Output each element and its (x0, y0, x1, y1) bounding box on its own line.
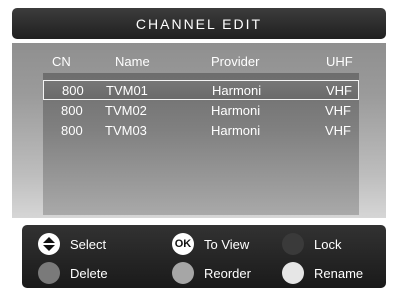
channel-row[interactable]: 800 TVM03 Harmoni VHF (43, 121, 359, 141)
channel-provider: Harmoni (211, 123, 261, 138)
ok-icon: OK (172, 233, 194, 255)
help-lock[interactable]: Lock (282, 233, 341, 255)
white-button-icon (282, 262, 304, 284)
up-down-arrow-glyph (43, 237, 55, 251)
light-gray-button-icon (172, 262, 194, 284)
channel-band: VHF (326, 83, 352, 98)
help-reorder-label: Reorder (204, 265, 251, 281)
help-rename[interactable]: Rename (282, 262, 363, 284)
help-lock-label: Lock (314, 236, 342, 252)
channel-number: 800 (61, 123, 83, 138)
help-select-label: Select (70, 236, 107, 252)
channel-list-panel: CN Name Provider UHF 800 TVM01 Harmoni V… (12, 43, 386, 218)
channel-number: 800 (61, 103, 83, 118)
help-delete[interactable]: Delete (38, 262, 108, 284)
help-select[interactable]: Select (38, 233, 106, 255)
channel-edit-screen: CHANNEL EDIT CN Name Provider UHF 800 TV… (0, 0, 403, 293)
column-header-name: Name (115, 54, 150, 69)
channel-row[interactable]: 800 TVM01 Harmoni VHF (43, 80, 359, 100)
channel-name: TVM01 (106, 83, 148, 98)
channel-band: VHF (325, 123, 351, 138)
channel-number: 800 (62, 83, 84, 98)
column-header-band: UHF (326, 54, 353, 69)
help-delete-label: Delete (70, 265, 108, 281)
help-to-view-label: To View (204, 236, 250, 252)
gray-button-icon (38, 262, 60, 284)
dark-gray-button-icon (282, 233, 304, 255)
channel-name: TVM02 (105, 103, 147, 118)
help-reorder[interactable]: Reorder (172, 262, 251, 284)
channel-name: TVM03 (105, 123, 147, 138)
help-bar: Select OK To View Lock Delete Reorder Re… (22, 225, 386, 288)
page-title: CHANNEL EDIT (135, 15, 263, 32)
channel-provider: Harmoni (211, 103, 261, 118)
help-to-view[interactable]: OK To View (172, 233, 249, 255)
column-header-provider: Provider (211, 54, 260, 69)
channel-row[interactable]: 800 TVM02 Harmoni VHF (43, 101, 359, 121)
help-rename-label: Rename (314, 265, 364, 281)
channel-provider: Harmoni (212, 83, 262, 98)
up-down-arrow-icon (38, 233, 60, 255)
title-bar: CHANNEL EDIT (12, 8, 386, 39)
channel-band: VHF (325, 103, 351, 118)
column-header-cn: CN (52, 54, 71, 69)
ok-icon-text: OK (174, 238, 192, 250)
